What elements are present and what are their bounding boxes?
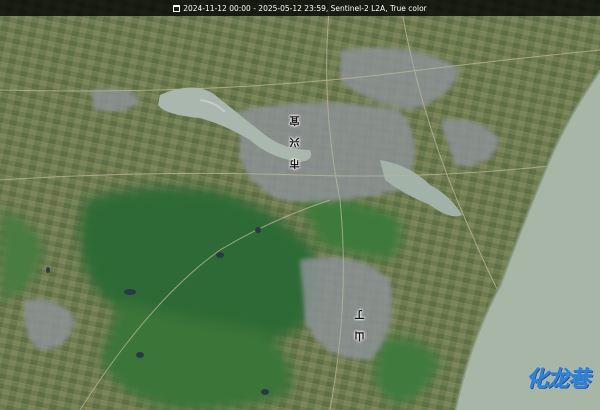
satellite-map[interactable]: 2024-11-12 00:00 - 2025-05-12 23:59, Sen… <box>0 0 600 410</box>
watermark-logo: 化龙巷 <box>525 367 590 392</box>
map-imagery <box>0 0 600 410</box>
imagery-info-text: 2024-11-12 00:00 - 2025-05-12 23:59, Sen… <box>183 3 427 13</box>
city-label: 市 兴 宜 <box>291 112 302 169</box>
town-label: 山 丁 <box>356 306 367 342</box>
calendar-icon <box>173 4 181 12</box>
imagery-info-bar: 2024-11-12 00:00 - 2025-05-12 23:59, Sen… <box>0 0 600 16</box>
